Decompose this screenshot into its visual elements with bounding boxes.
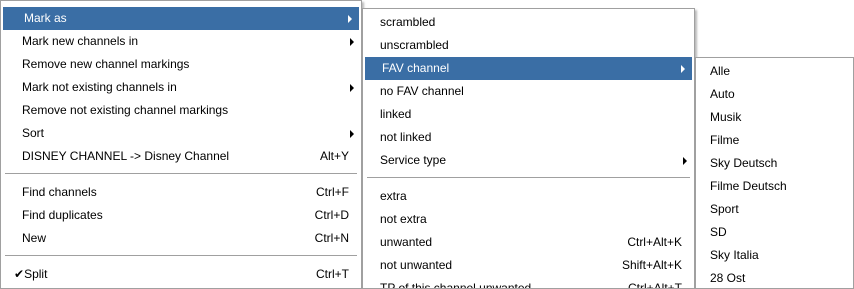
- menu-item-label: Alle: [710, 64, 731, 78]
- menu-item-mark-new-channels-in[interactable]: Mark new channels in: [1, 30, 361, 53]
- menu-item-shortcut: Ctrl+T: [316, 267, 349, 281]
- menu-item-label: Sport: [710, 202, 739, 216]
- menu-item-label: not unwanted: [380, 258, 453, 272]
- menu-item-fav-sky-deutsch[interactable]: Sky Deutsch: [696, 152, 853, 175]
- menu-item-remove-not-existing-channel-markings[interactable]: Remove not existing channel markings: [1, 99, 361, 122]
- menu-item-label: Filme Deutsch: [710, 179, 787, 193]
- menu-item-unscrambled[interactable]: unscrambled: [363, 34, 694, 57]
- menu-item-label: scrambled: [380, 15, 436, 29]
- menu-item-label: Sky Italia: [710, 248, 759, 262]
- menu-item-not-extra[interactable]: not extra: [363, 208, 694, 231]
- menu-item-fav-sport[interactable]: Sport: [696, 198, 853, 221]
- menu-item-label: Find duplicates: [22, 208, 103, 222]
- menu-item-shortcut: Ctrl+D: [314, 208, 349, 222]
- menu-item-split[interactable]: ✔Split Ctrl+T: [1, 263, 361, 286]
- menu-item-fav-sky-italia[interactable]: Sky Italia: [696, 244, 853, 267]
- menu-item-rename-disney-channel[interactable]: DISNEY CHANNEL -> Disney Channel Alt+Y: [1, 145, 361, 168]
- checkmark-icon: ✔: [14, 267, 25, 281]
- menu-item-label: Mark not existing channels in: [22, 80, 177, 94]
- menu-separator: [5, 255, 357, 257]
- menu-item-label: linked: [380, 107, 412, 121]
- menu-item-label: Sky Deutsch: [710, 156, 778, 170]
- menu-item-label: unscrambled: [380, 38, 449, 52]
- menu-item-label: Remove not existing channel markings: [22, 103, 229, 117]
- menu-item-shortcut: Ctrl+F: [316, 185, 349, 199]
- submenu-arrow-icon: [350, 84, 354, 92]
- menu-item-fav-alle[interactable]: Alle: [696, 60, 853, 83]
- context-menu: Mark as Mark new channels in Remove new …: [0, 0, 362, 289]
- menu-item-find-channels[interactable]: Find channels Ctrl+F: [1, 181, 361, 204]
- menu-item-remove-new-channel-markings[interactable]: Remove new channel markings: [1, 53, 361, 76]
- menu-item-new[interactable]: New Ctrl+N: [1, 227, 361, 250]
- menu-item-label: Find channels: [22, 185, 97, 199]
- menu-item-fav-auto[interactable]: Auto: [696, 83, 853, 106]
- menu-item-label: 28 Ost: [710, 271, 746, 285]
- menu-item-unwanted[interactable]: unwanted Ctrl+Alt+K: [363, 231, 694, 254]
- menu-item-label: extra: [380, 189, 407, 203]
- menu-item-linked[interactable]: linked: [363, 103, 694, 126]
- menu-item-label: Mark new channels in: [22, 34, 139, 48]
- menu-item-label: unwanted: [380, 235, 433, 249]
- submenu-arrow-icon: [350, 38, 354, 46]
- menu-item-label: Split: [24, 267, 48, 281]
- menu-item-label: SD: [710, 225, 727, 239]
- menu-item-label: Musik: [710, 110, 742, 124]
- menu-item-not-linked[interactable]: not linked: [363, 126, 694, 149]
- menu-item-label: no FAV channel: [380, 84, 464, 98]
- menu-item-label: Sort: [22, 126, 45, 140]
- menu-item-fav-filme-deutsch[interactable]: Filme Deutsch: [696, 175, 853, 198]
- submenu-arrow-icon: [683, 157, 687, 165]
- menu-item-shortcut: Ctrl+Alt+K: [627, 235, 682, 249]
- menu-item-label: New: [22, 231, 47, 245]
- menu-item-mark-as[interactable]: Mark as: [3, 7, 359, 30]
- menu-item-label: FAV channel: [382, 61, 450, 75]
- menu-item-label: Mark as: [24, 11, 67, 25]
- submenu-arrow-icon: [348, 15, 352, 23]
- menu-item-label: Auto: [710, 87, 735, 101]
- menu-item-mark-not-existing-channels-in[interactable]: Mark not existing channels in: [1, 76, 361, 99]
- mark-as-submenu: scrambled unscrambled FAV channel no FAV…: [362, 8, 695, 289]
- menu-item-shortcut: Shift+Alt+K: [621, 258, 682, 272]
- menu-item-tp-unwanted[interactable]: TP of this channel unwanted Ctrl+Alt+T: [363, 277, 694, 289]
- menu-item-label: not extra: [380, 212, 427, 226]
- menu-item-not-unwanted[interactable]: not unwanted Shift+Alt+K: [363, 254, 694, 277]
- submenu-arrow-icon: [350, 130, 354, 138]
- menu-separator: [5, 173, 357, 175]
- menu-item-shortcut: Alt+Y: [319, 149, 349, 163]
- menu-separator: [367, 177, 690, 179]
- menu-item-service-type[interactable]: Service type: [363, 149, 694, 172]
- menu-item-fav-28-ost[interactable]: 28 Ost: [696, 267, 853, 288]
- menu-item-label: not linked: [380, 130, 432, 144]
- menu-item-extra[interactable]: extra: [363, 185, 694, 208]
- menu-item-label: Service type: [380, 153, 447, 167]
- menu-item-label: DISNEY CHANNEL -> Disney Channel: [22, 149, 230, 163]
- menu-item-sort[interactable]: Sort: [1, 122, 361, 145]
- submenu-arrow-icon: [681, 65, 685, 73]
- menu-item-shortcut: Ctrl+N: [314, 231, 349, 245]
- menu-item-find-duplicates[interactable]: Find duplicates Ctrl+D: [1, 204, 361, 227]
- fav-channel-submenu: Alle Auto Musik Filme Sky Deutsch Filme …: [695, 57, 854, 289]
- menu-item-fav-filme[interactable]: Filme: [696, 129, 853, 152]
- menu-item-shortcut: Ctrl+Alt+T: [627, 281, 682, 289]
- menu-item-label: Filme: [710, 133, 740, 147]
- menu-item-fav-channel[interactable]: FAV channel: [365, 57, 692, 80]
- menu-item-label: Remove new channel markings: [22, 57, 190, 71]
- menu-item-no-fav-channel[interactable]: no FAV channel: [363, 80, 694, 103]
- menu-item-fav-musik[interactable]: Musik: [696, 106, 853, 129]
- menu-item-fav-sd[interactable]: SD: [696, 221, 853, 244]
- menu-item-label: TP of this channel unwanted: [380, 281, 532, 289]
- menu-item-scrambled[interactable]: scrambled: [363, 11, 694, 34]
